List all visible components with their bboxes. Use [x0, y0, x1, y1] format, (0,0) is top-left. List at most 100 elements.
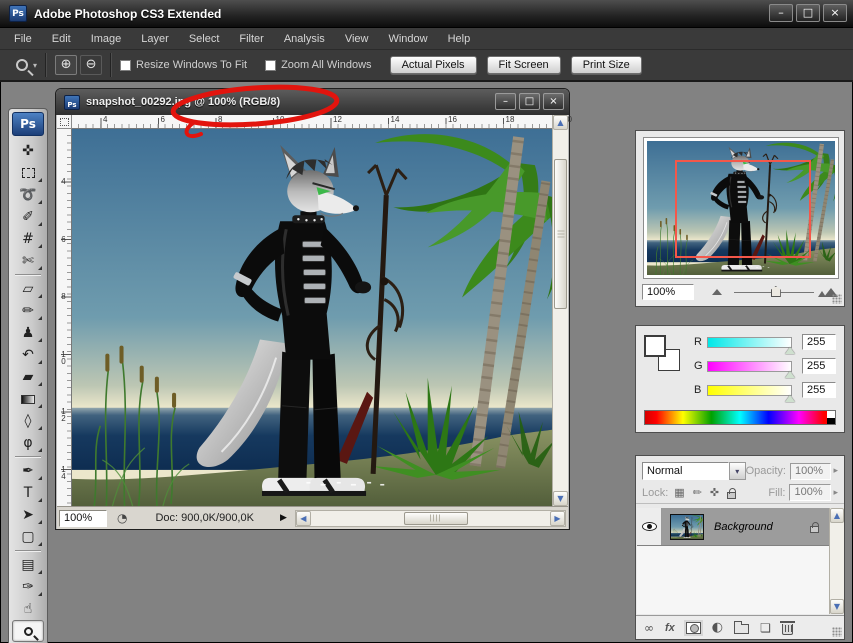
menu-item-window[interactable]: Window [378, 30, 437, 48]
checkbox-icon[interactable] [265, 60, 276, 71]
checkbox-icon[interactable] [120, 60, 131, 71]
close-button[interactable]: × [823, 4, 847, 22]
layer-style-fx-icon[interactable]: fx [665, 622, 675, 634]
type-tool[interactable]: T [12, 482, 44, 504]
opacity-field[interactable]: 100% [790, 463, 832, 480]
shape-tool[interactable]: ▢ [12, 526, 44, 548]
navigator-thumbnail[interactable] [643, 137, 839, 279]
scroll-down-button[interactable]: ▼ [553, 491, 568, 506]
fill-field[interactable]: 100% [789, 484, 831, 501]
menu-item-image[interactable]: Image [81, 30, 132, 48]
lasso-tool[interactable]: ➰ [12, 184, 44, 206]
menu-item-edit[interactable]: Edit [42, 30, 81, 48]
ruler-origin-box[interactable] [57, 115, 72, 129]
quick-selection-tool[interactable]: ✐ [12, 206, 44, 228]
maximize-button[interactable]: □ [796, 4, 820, 22]
fit-screen-button[interactable]: Fit Screen [487, 56, 561, 74]
green-value-field[interactable]: 255 [802, 358, 836, 374]
minimize-button[interactable]: – [769, 4, 793, 22]
healing-brush-tool[interactable]: ▱ [12, 278, 44, 300]
red-slider-thumb[interactable] [785, 347, 795, 354]
chevron-down-icon[interactable]: ▾ [33, 61, 37, 70]
slice-tool[interactable]: ✄ [12, 250, 44, 272]
scroll-down-button[interactable]: ▼ [830, 599, 844, 614]
scroll-up-button[interactable]: ▲ [830, 508, 844, 523]
zoom-all-windows-checkbox[interactable]: Zoom All Windows [265, 59, 371, 71]
green-slider-thumb[interactable] [785, 371, 795, 378]
doc-minimize-button[interactable]: – [495, 93, 516, 110]
doc-close-button[interactable]: × [543, 93, 564, 110]
path-selection-tool[interactable]: ➤ [12, 504, 44, 526]
green-channel-slider[interactable] [707, 361, 792, 372]
pen-tool[interactable]: ✒ [12, 460, 44, 482]
navigator-zoom-field[interactable]: 100% [642, 284, 694, 300]
blur-tool[interactable]: ◊ [12, 410, 44, 432]
resize-windows-checkbox[interactable]: Resize Windows To Fit [120, 59, 247, 71]
lock-transparency-icon[interactable]: ▦ [674, 486, 684, 499]
menu-item-file[interactable]: File [4, 30, 42, 48]
zoom-out-mountain-icon[interactable] [712, 289, 722, 295]
horizontal-scrollbar[interactable]: ◀ ▶ [295, 510, 566, 527]
red-channel-slider[interactable] [707, 337, 792, 348]
eyedropper-tool[interactable]: ✑ [12, 576, 44, 598]
blend-mode-dropdown-icon[interactable]: ▾ [729, 462, 746, 480]
scroll-up-button[interactable]: ▲ [553, 115, 568, 130]
panel-resize-grip[interactable] [832, 294, 842, 304]
menu-item-help[interactable]: Help [438, 30, 481, 48]
layer-thumbnail[interactable] [670, 514, 704, 540]
marquee-tool[interactable] [12, 162, 44, 184]
menu-item-filter[interactable]: Filter [229, 30, 273, 48]
blue-slider-thumb[interactable] [785, 395, 795, 402]
layer-name[interactable]: Background [714, 521, 810, 533]
doc-maximize-button[interactable]: □ [519, 93, 540, 110]
add-layer-mask-icon[interactable] [686, 622, 701, 634]
tool-preset-picker[interactable]: ▾ [16, 59, 37, 71]
print-size-button[interactable]: Print Size [571, 56, 642, 74]
opacity-chevron-icon[interactable]: ▸ [833, 466, 838, 476]
vertical-scroll-thumb[interactable] [554, 159, 567, 309]
navigator-view-box[interactable] [675, 160, 811, 258]
layers-scrollbar[interactable]: ▲ ▼ [829, 508, 844, 614]
scroll-right-button[interactable]: ▶ [550, 511, 565, 526]
foreground-color-swatch[interactable] [644, 335, 666, 357]
clone-stamp-tool[interactable]: ♟ [12, 322, 44, 344]
dodge-burn-tool[interactable]: φ [12, 432, 44, 454]
lock-image-icon[interactable]: ✏ [693, 486, 702, 499]
new-group-icon[interactable] [734, 624, 749, 634]
actual-pixels-button[interactable]: Actual Pixels [390, 56, 477, 74]
zoom-out-mode-button[interactable]: ⊖ [80, 55, 102, 75]
gradient-tool[interactable] [12, 388, 44, 410]
visibility-toggle[interactable] [637, 508, 662, 545]
horizontal-scroll-thumb[interactable] [404, 512, 468, 525]
brush-tool[interactable]: ✏ [12, 300, 44, 322]
move-tool[interactable]: ✜ [12, 140, 44, 162]
blue-value-field[interactable]: 255 [802, 382, 836, 398]
history-brush-tool[interactable]: ↶ [12, 344, 44, 366]
color-spectrum-ramp[interactable] [644, 410, 836, 425]
menu-item-layer[interactable]: Layer [131, 30, 179, 48]
blue-channel-slider[interactable] [707, 385, 792, 396]
scroll-left-button[interactable]: ◀ [296, 511, 311, 526]
navigator-zoom-slider[interactable] [734, 285, 814, 299]
image-canvas[interactable] [72, 129, 552, 506]
menu-item-analysis[interactable]: Analysis [274, 30, 335, 48]
zoom-in-mode-button[interactable]: ⊕ [55, 55, 77, 75]
new-layer-icon[interactable]: ❏ [760, 621, 771, 635]
lock-position-icon[interactable]: ✜ [710, 486, 719, 499]
hand-tool[interactable]: ☝ [12, 598, 44, 620]
blend-mode-select[interactable]: Normal [642, 462, 729, 480]
crop-tool[interactable]: # [12, 228, 44, 250]
notes-tool[interactable]: ▤ [12, 554, 44, 576]
ramp-black-white-swatches[interactable] [827, 411, 835, 424]
lock-all-icon[interactable] [727, 492, 736, 499]
link-layers-icon[interactable]: ∞ [644, 621, 654, 635]
vertical-scrollbar[interactable]: ▲ ▼ [552, 115, 568, 506]
eraser-tool[interactable]: ▰ [12, 366, 44, 388]
adjustment-layer-icon[interactable]: ◐ [712, 620, 723, 635]
slider-thumb[interactable] [771, 286, 781, 297]
status-zoom-field[interactable]: 100% [59, 510, 107, 527]
menu-item-view[interactable]: View [335, 30, 379, 48]
zoom-tool[interactable] [12, 620, 44, 642]
panel-resize-grip[interactable] [832, 627, 842, 637]
layer-row-background[interactable]: Background [637, 508, 829, 546]
